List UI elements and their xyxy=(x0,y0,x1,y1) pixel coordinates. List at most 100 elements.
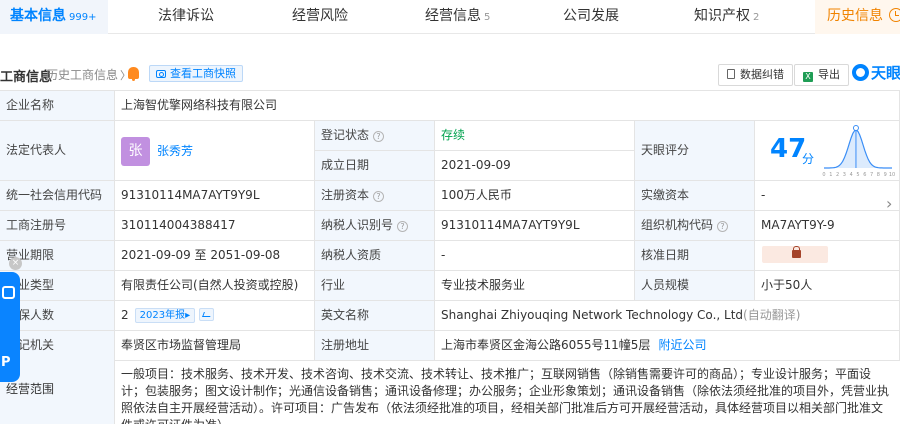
english-name-label: 英文名称 xyxy=(315,301,435,331)
tab-legal[interactable]: 法律诉讼 xyxy=(158,0,214,34)
est-date-value: 2021-09-09 xyxy=(435,151,635,181)
tab-label: 历史信息 xyxy=(827,8,883,24)
reg-capital-value: 100万人民币 xyxy=(435,181,635,211)
snapshot-label: 查看工商快照 xyxy=(170,67,236,80)
score-tick-label: 9 xyxy=(884,172,887,178)
score-tick-label: 1 xyxy=(829,172,832,178)
tab-label: 法律诉讼 xyxy=(158,8,214,24)
reg-capital-label-cell: 注册资本? xyxy=(315,181,435,211)
data-correction-button[interactable]: 数据纠错 xyxy=(718,64,793,86)
org-code-value: MA7AYT9Y-9 xyxy=(755,211,900,241)
tab-development[interactable]: 公司发展 xyxy=(563,0,619,34)
camera-icon xyxy=(156,70,166,78)
tianyancha-logo: 天眼 xyxy=(852,62,900,86)
annual-report-badge[interactable]: 2023年报▸ xyxy=(134,308,196,323)
score-unit: 分 xyxy=(802,152,815,166)
trend-chart-icon[interactable] xyxy=(199,308,215,321)
staff-size-label: 人员规模 xyxy=(635,271,755,301)
help-icon[interactable]: ? xyxy=(373,131,385,142)
score-tick-label: 0 xyxy=(822,172,825,178)
logo-eye-icon xyxy=(852,64,869,81)
tab-label: 经营信息 xyxy=(425,8,481,24)
auto-translate-note: (自动翻译) xyxy=(743,308,801,322)
p-letter-icon: P xyxy=(1,355,11,370)
score-tick-label: 5 xyxy=(856,172,859,178)
industry-value: 专业技术服务业 xyxy=(435,271,635,301)
credit-code-label: 统一社会信用代码 xyxy=(0,181,115,211)
org-code-label-cell: 组织机构代码? xyxy=(635,211,755,241)
approval-date-label: 核准日期 xyxy=(635,241,755,271)
taxpayer-qual-value: - xyxy=(435,241,635,271)
tab-basic-info[interactable]: 基本信息 999+ xyxy=(0,0,109,34)
company-type-value: 有限责任公司(自然人投资或控股) xyxy=(115,271,315,301)
score-tick-label: 10 xyxy=(889,172,895,178)
score-tick-label: 4 xyxy=(850,172,853,178)
tab-count: 999+ xyxy=(69,12,97,23)
address-cell: 上海市奉贤区金海公路6055号11幢5层 附近公司 xyxy=(435,331,900,361)
tianyan-score-label: 天眼评分 xyxy=(635,121,755,181)
help-icon[interactable]: ? xyxy=(717,221,729,232)
tianyan-score-value: 47 xyxy=(770,134,807,164)
nearby-companies-link[interactable]: 附近公司 xyxy=(658,338,706,352)
est-date-label: 成立日期 xyxy=(315,151,435,181)
history-link-label: 历史工商信息 xyxy=(46,68,119,82)
insured-cell: 2 2023年报▸ xyxy=(115,301,315,331)
history-link[interactable]: 历史工商信息〉 xyxy=(46,66,131,83)
history-clock-icon xyxy=(889,8,900,22)
snapshot-button[interactable]: 查看工商快照 xyxy=(149,65,243,82)
taxpayer-id-label-cell: 纳税人识别号? xyxy=(315,211,435,241)
document-icon xyxy=(727,69,735,79)
org-code-label: 组织机构代码 xyxy=(641,218,714,232)
tab-business[interactable]: 经营信息 5 xyxy=(425,0,490,34)
score-distribution-chart: 0 1 2 3 4 5 6 7 8 9 10 xyxy=(822,125,895,178)
bell-icon[interactable] xyxy=(128,67,139,81)
help-icon[interactable]: ? xyxy=(373,191,385,202)
authority-value: 奉贤区市场监督管理局 xyxy=(115,331,315,361)
credit-code-value: 91310114MA7AYT9Y9L xyxy=(115,181,315,211)
tab-label: 知识产权 xyxy=(694,8,750,24)
taxpayer-qual-label: 纳税人资质 xyxy=(315,241,435,271)
reg-status-value: 存续 xyxy=(435,121,635,151)
reg-number-label: 工商注册号 xyxy=(0,211,115,241)
score-marker-dot xyxy=(852,125,859,131)
reg-capital-label: 注册资本 xyxy=(321,188,370,202)
tab-count: 2 xyxy=(753,12,760,23)
annual-report-label: 2023年报 xyxy=(139,310,186,321)
scope-value: 一般项目：技术服务、技术开发、技术咨询、技术交流、技术转让、技术推广；互联网销售… xyxy=(121,367,890,424)
help-icon[interactable]: ? xyxy=(397,221,409,232)
legal-rep-name[interactable]: 张秀芳 xyxy=(157,137,193,166)
section-title: 工商信息 xyxy=(0,70,53,85)
score-tick-label: 7 xyxy=(870,172,873,178)
legal-rep-avatar[interactable]: 张 xyxy=(121,137,150,166)
logo-text: 天眼 xyxy=(871,64,900,82)
address-value: 上海市奉贤区金海公路6055号11幢5层 xyxy=(441,338,651,352)
reg-status-label-cell: 登记状态? xyxy=(315,121,435,151)
close-icon[interactable]: × xyxy=(9,257,22,270)
chevron-right-icon[interactable]: › xyxy=(886,194,892,213)
tab-count: 5 xyxy=(484,12,491,23)
tab-label: 基本信息 xyxy=(10,8,66,24)
taxpayer-id-value: 91310114MA7AYT9Y9L xyxy=(435,211,635,241)
reg-status-label: 登记状态 xyxy=(321,128,370,142)
term-value: 2021-09-09 至 2051-09-08 xyxy=(115,241,315,271)
score-tick-label: 8 xyxy=(877,172,880,178)
paid-capital-label: 实缴资本 xyxy=(635,181,755,211)
taxpayer-id-label: 纳税人识别号 xyxy=(321,218,394,232)
score-tick-label: 6 xyxy=(863,172,866,178)
english-name-cell: Shanghai Zhiyouqing Network Technology C… xyxy=(435,301,900,331)
excel-icon: X xyxy=(803,72,813,82)
company-name-value: 上海智优擎网络科技有限公司 xyxy=(115,91,900,121)
legal-rep-label: 法定代表人 xyxy=(0,121,115,181)
chat-icon[interactable] xyxy=(2,286,15,299)
company-name-label: 企业名称 xyxy=(0,91,115,121)
tab-risk[interactable]: 经营风险 xyxy=(292,0,348,34)
lock-icon xyxy=(792,246,801,258)
english-name-value: Shanghai Zhiyouqing Network Technology C… xyxy=(441,308,744,322)
tab-ip[interactable]: 知识产权 2 xyxy=(694,0,759,34)
score-tick-label: 3 xyxy=(843,172,846,178)
tab-history[interactable]: 历史信息 xyxy=(815,0,900,34)
reg-number-value: 310114004388417 xyxy=(115,211,315,241)
data-correction-label: 数据纠错 xyxy=(740,68,784,81)
top-tab-bar: 基本信息 999+ 法律诉讼 经营风险 经营信息 5 公司发展 知识产权 2 历史信息 xyxy=(0,0,900,34)
export-button[interactable]: X 导出 xyxy=(794,64,849,86)
